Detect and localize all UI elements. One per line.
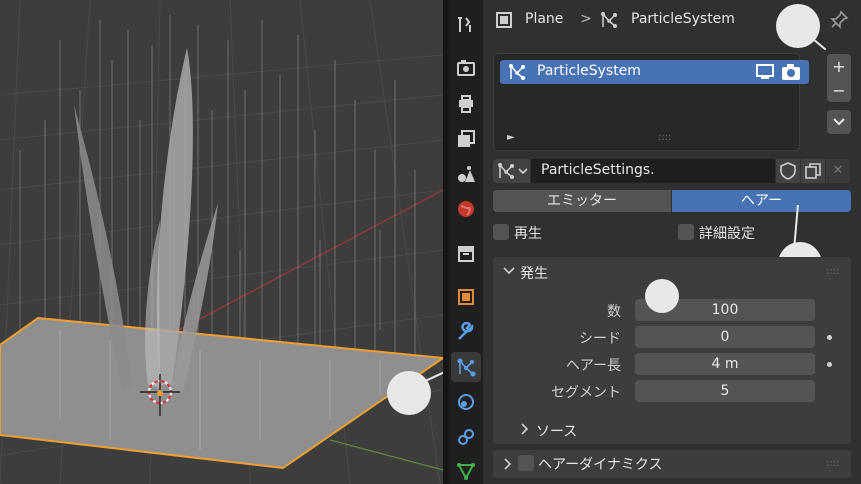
object-icon[interactable]	[451, 282, 481, 312]
tool-icon[interactable]	[451, 10, 481, 40]
regrow-label: 再生	[514, 226, 542, 242]
list-add-remove: + −	[827, 54, 851, 102]
panel-grip[interactable]: ::::	[826, 266, 839, 277]
chevron-down-icon	[518, 168, 528, 175]
list-menu-button[interactable]	[827, 110, 851, 134]
chevron-down-icon[interactable]	[503, 266, 515, 276]
source-subpanel-title[interactable]: ソース	[536, 421, 577, 441]
list-resize-grip[interactable]: ::::	[658, 132, 671, 143]
advanced-checkbox[interactable]	[678, 224, 694, 240]
particle-system-list[interactable]: ParticleSystem ► ::::	[493, 53, 809, 151]
add-button[interactable]: +	[832, 57, 845, 76]
pin-icon[interactable]	[829, 10, 849, 30]
3d-viewport[interactable]	[0, 0, 443, 484]
particle-system-item[interactable]: ParticleSystem	[500, 60, 809, 84]
advanced-label: 詳細設定	[699, 226, 755, 242]
list-expand-arrow[interactable]: ►	[507, 132, 515, 143]
annotation-pointer	[809, 36, 827, 51]
physics-icon[interactable]	[451, 387, 481, 417]
keyframe-dot[interactable]	[827, 362, 832, 367]
field-label: シード	[579, 331, 621, 347]
copy-icon	[805, 163, 821, 179]
mesh-object-icon	[495, 11, 513, 33]
chevron-right-icon[interactable]	[503, 458, 513, 470]
settings-name: ParticleSettings.	[541, 162, 655, 178]
field-label: ヘアー長	[565, 358, 621, 374]
field-label: セグメント	[551, 385, 621, 401]
monitor-icon[interactable]	[756, 64, 774, 80]
field-value[interactable]: 0	[635, 326, 815, 348]
keyframe-dot[interactable]	[827, 335, 832, 340]
breadcrumb-object: Plane	[525, 11, 564, 27]
particles-icon[interactable]	[451, 352, 481, 382]
hair-dynamics-title: ヘアーダイナミクス	[538, 457, 663, 473]
field-label: 数	[607, 304, 621, 320]
settings-name-field[interactable]: ParticleSettings.	[531, 159, 775, 183]
chevron-right-icon[interactable]	[520, 423, 530, 435]
shield-icon	[780, 162, 796, 180]
field-value[interactable]: 5	[635, 380, 815, 402]
viewport-scene	[0, 0, 443, 484]
emission-panel-title[interactable]: 発生	[520, 263, 548, 283]
hair-dynamics-panel[interactable]: ヘアーダイナミクス ::::	[493, 450, 851, 478]
world-icon[interactable]	[451, 194, 481, 224]
constraints-icon[interactable]	[451, 422, 481, 452]
regrow-checkbox[interactable]	[493, 224, 509, 240]
remove-button[interactable]: −	[832, 81, 845, 100]
annotation-marker	[645, 279, 679, 313]
view-layer-icon[interactable]	[451, 124, 481, 154]
hair-dynamics-checkbox[interactable]	[518, 455, 534, 471]
particles-icon	[600, 11, 618, 33]
output-icon[interactable]	[451, 89, 481, 119]
scene-icon[interactable]	[451, 159, 481, 189]
render-icon[interactable]	[451, 53, 481, 83]
properties-tabs	[449, 0, 483, 484]
breadcrumb-separator: >	[580, 11, 592, 27]
settings-browse-button[interactable]	[493, 159, 530, 183]
particles-icon	[509, 64, 525, 80]
tab-hair[interactable]: ヘアー	[672, 190, 851, 212]
field-value[interactable]: 4 m	[635, 353, 815, 375]
particles-icon	[498, 163, 514, 179]
unlink-button[interactable]: ✕	[826, 159, 850, 183]
panel-grip[interactable]: ::::	[826, 458, 839, 469]
particle-system-name: ParticleSystem	[537, 63, 641, 79]
breadcrumb-data: ParticleSystem	[631, 11, 735, 27]
properties-editor: Plane > ParticleSystem ParticleSystem ► …	[483, 0, 861, 484]
duplicate-button[interactable]	[801, 159, 825, 183]
data-icon[interactable]	[451, 456, 481, 484]
chevron-down-icon	[833, 118, 845, 126]
camera-icon[interactable]	[781, 63, 801, 81]
fake-user-button[interactable]	[776, 159, 800, 183]
annotation-marker	[387, 371, 431, 415]
tab-emitter[interactable]: エミッター	[493, 190, 671, 212]
modifier-icon[interactable]	[451, 317, 481, 347]
collection-icon[interactable]	[451, 238, 481, 268]
